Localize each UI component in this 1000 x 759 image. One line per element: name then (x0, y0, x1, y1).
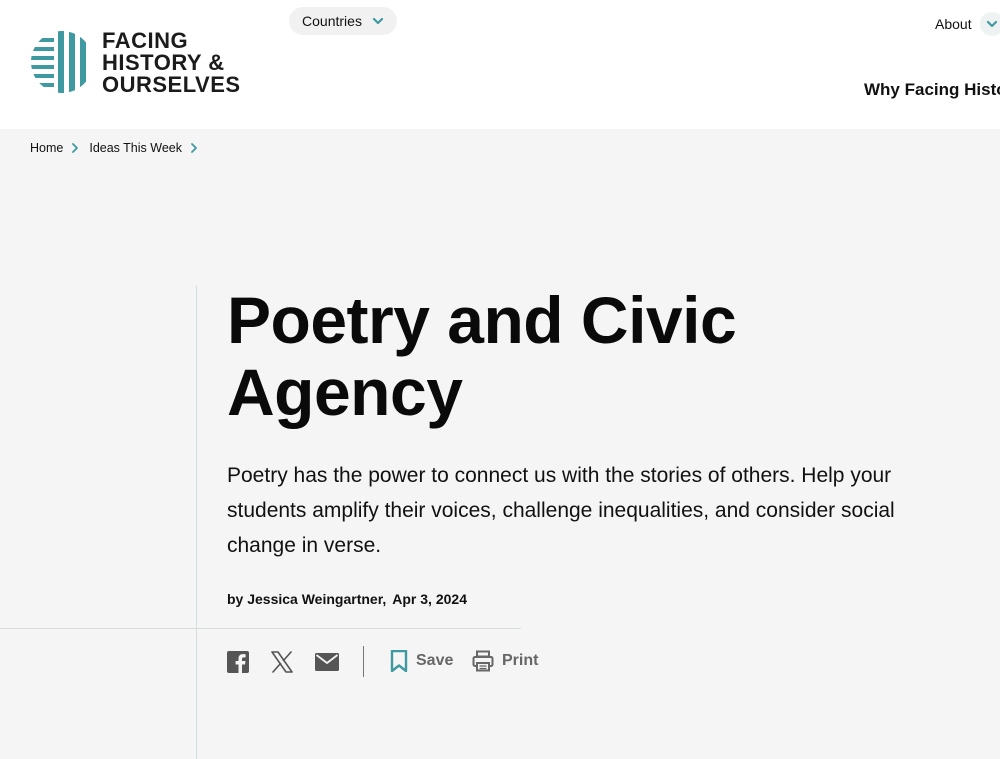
breadcrumb: Home Ideas This Week (30, 141, 200, 155)
chevron-right-icon (72, 143, 79, 153)
byline: by Jessica Weingartner, Apr 3, 2024 (227, 591, 467, 607)
share-separator (363, 646, 364, 677)
save-label: Save (416, 652, 454, 669)
print-icon (472, 650, 494, 672)
facebook-icon[interactable] (227, 651, 249, 673)
countries-dropdown[interactable]: Countries (289, 7, 397, 35)
about-label: About (935, 16, 972, 32)
print-label: Print (502, 652, 539, 669)
share-bar: Save Print (227, 646, 557, 678)
site-header: FACING HISTORY & OURSELVES Countries Abo… (0, 0, 1000, 129)
about-chevron[interactable] (979, 12, 1000, 36)
breadcrumb-ideas-this-week[interactable]: Ideas This Week (89, 141, 182, 155)
about-menu[interactable]: About (935, 12, 1000, 36)
chevron-down-icon (372, 17, 384, 25)
print-button[interactable]: Print (472, 650, 538, 672)
publish-date: Apr 3, 2024 (392, 591, 467, 607)
author: by Jessica Weingartner, (227, 591, 387, 607)
horizontal-divider (0, 628, 521, 629)
bookmark-icon (390, 650, 408, 672)
email-icon[interactable] (315, 653, 339, 671)
page-title: Poetry and Civic Agency (227, 283, 737, 429)
breadcrumb-home[interactable]: Home (30, 141, 63, 155)
save-button[interactable]: Save (390, 650, 453, 672)
logo-line: HISTORY & (102, 50, 225, 75)
countries-label: Countries (302, 13, 362, 29)
x-icon[interactable] (271, 651, 293, 673)
logo-wordmark: FACING HISTORY & OURSELVES (102, 30, 241, 96)
article-intro: Poetry has the power to connect us with … (227, 464, 895, 557)
logo-mark-icon (31, 31, 86, 93)
nav-why-facing-history[interactable]: Why Facing Histo (864, 80, 1000, 100)
chevron-down-icon (986, 20, 997, 28)
vertical-divider (196, 286, 197, 759)
logo-line: FACING (102, 28, 189, 53)
logo-line: OURSELVES (102, 72, 241, 97)
site-logo[interactable]: FACING HISTORY & OURSELVES (30, 30, 250, 96)
chevron-right-icon (191, 143, 197, 153)
